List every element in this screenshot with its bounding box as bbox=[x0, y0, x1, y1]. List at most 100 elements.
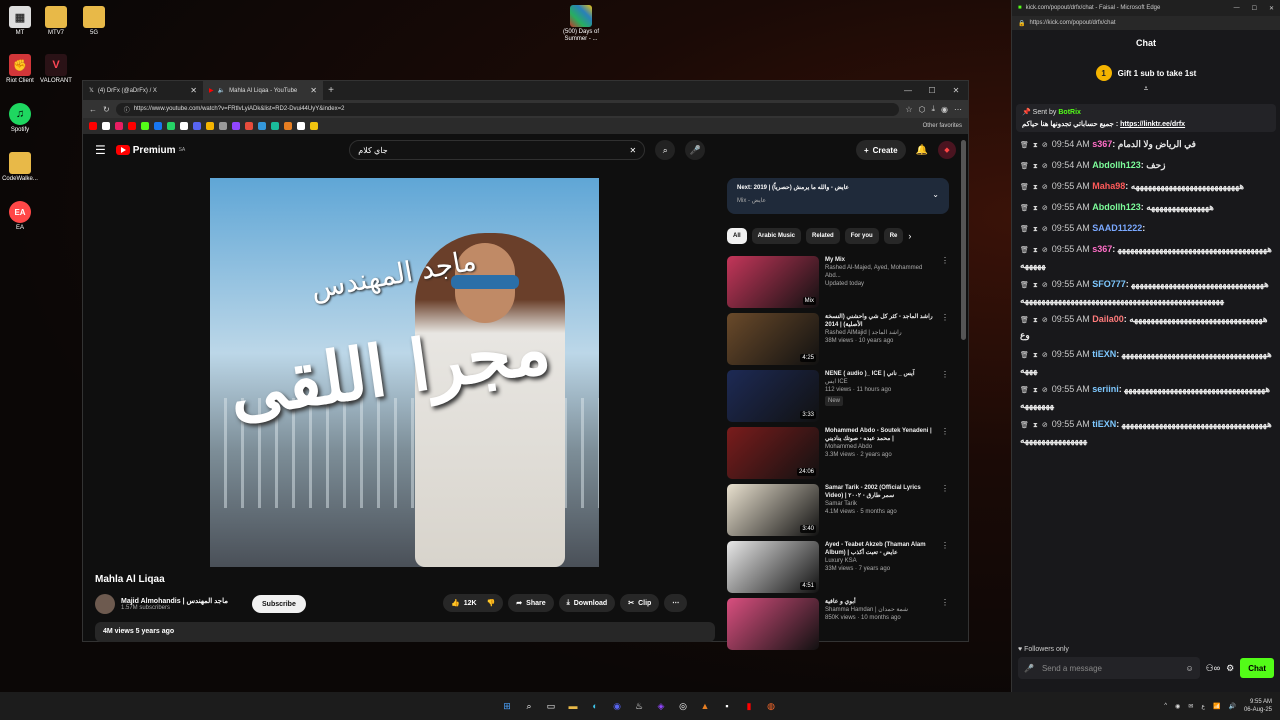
close-tab-icon[interactable]: ✕ bbox=[310, 86, 317, 95]
page-scrollbar[interactable] bbox=[961, 140, 966, 340]
favorite-icon[interactable] bbox=[180, 122, 188, 130]
volume-icon[interactable]: 🔊 bbox=[1228, 703, 1235, 710]
trash-icon[interactable]: 🗑 bbox=[1020, 184, 1029, 191]
recommendation-title[interactable]: راشد الماجد - كثر كل شي واحشني (النسخة ا… bbox=[825, 313, 935, 329]
ban-icon[interactable]: ⊘ bbox=[1042, 163, 1048, 170]
desktop-icon-500-days[interactable]: (500) Days of Summer - ... bbox=[560, 5, 602, 43]
edge-icon[interactable]: ◐ bbox=[588, 699, 602, 713]
emoji-icon[interactable]: ☺ bbox=[1185, 664, 1193, 673]
tab-x[interactable]: 𝕏 (4) DrFx (@aDrFx) / X ✕ bbox=[83, 81, 203, 100]
recommendation-title[interactable]: Samar Tarik - 2002 (Official Lyrics Vide… bbox=[825, 484, 935, 500]
notifications-bell-icon[interactable]: 🔔 bbox=[916, 145, 928, 156]
ban-icon[interactable]: ⊘ bbox=[1042, 352, 1048, 359]
profile-icon[interactable]: ◉ bbox=[941, 105, 948, 114]
video-thumbnail[interactable] bbox=[727, 598, 819, 650]
favorite-icon[interactable] bbox=[258, 122, 266, 130]
recommendation-item[interactable]: Mix My Mix Rashed Al-Majed, Ayed, Mohamm… bbox=[727, 256, 949, 309]
chevron-right-icon[interactable]: › bbox=[908, 231, 911, 241]
tray-app-icon[interactable]: ◉ bbox=[1175, 703, 1180, 710]
chip-recent[interactable]: Re bbox=[883, 228, 904, 244]
recommendation-item[interactable]: 3:40 Samar Tarik - 2002 (Official Lyrics… bbox=[727, 484, 949, 537]
ban-icon[interactable]: ⊘ bbox=[1042, 226, 1048, 233]
chat-username[interactable]: s367 bbox=[1092, 244, 1112, 254]
maximize-icon[interactable]: ☐ bbox=[920, 86, 944, 95]
terminal-icon[interactable]: ▪ bbox=[720, 699, 734, 713]
download-icon[interactable]: ⤓ bbox=[931, 104, 935, 114]
other-favorites-link[interactable]: Other favorites bbox=[923, 123, 962, 129]
close-window-icon[interactable]: ✕ bbox=[1269, 5, 1274, 12]
brave-icon[interactable]: ◍ bbox=[764, 699, 778, 713]
channel-avatar[interactable] bbox=[95, 594, 115, 614]
timeout-icon[interactable]: ⧗ bbox=[1033, 282, 1038, 289]
timeout-icon[interactable]: ⧗ bbox=[1033, 184, 1038, 191]
timeout-icon[interactable]: ⧗ bbox=[1033, 247, 1038, 254]
desktop-icon-codewalker[interactable]: ▬ CodeWalke... bbox=[0, 152, 40, 183]
recommendation-item[interactable]: 24:06 Mohammed Abdo - Soutek Yenadeni | … bbox=[727, 427, 949, 480]
favorite-icon[interactable] bbox=[115, 122, 123, 130]
ban-icon[interactable]: ⊘ bbox=[1042, 205, 1048, 212]
file-explorer-icon[interactable]: ▬ bbox=[566, 699, 580, 713]
search-icon[interactable]: ⌕ bbox=[522, 699, 536, 713]
chevron-down-icon[interactable]: ⌄ bbox=[932, 190, 939, 199]
wifi-icon[interactable]: 📶 bbox=[1213, 703, 1220, 710]
up-next-panel[interactable]: Next: 2019 | (حصرياً) عايض - والله ما ير… bbox=[727, 178, 949, 214]
ban-icon[interactable]: ⊘ bbox=[1042, 282, 1048, 289]
more-options-icon[interactable]: ⋮ bbox=[941, 541, 949, 594]
tray-app-icon[interactable]: ✉ bbox=[1188, 703, 1193, 710]
favorite-icon[interactable] bbox=[219, 122, 227, 130]
tab-youtube[interactable]: ▶ 🔈 Mahla Al Liqaa - YouTube ✕ bbox=[203, 81, 323, 100]
trash-icon[interactable]: 🗑 bbox=[1020, 226, 1029, 233]
create-button[interactable]: + Create bbox=[855, 140, 906, 160]
trash-icon[interactable]: 🗑 bbox=[1020, 422, 1029, 429]
recommendation-item[interactable]: 3:33 NENE ( audio )_ ICE | آيس _ ناني اي… bbox=[727, 370, 949, 423]
chip-related[interactable]: Related bbox=[806, 228, 840, 244]
timeout-icon[interactable]: ⧗ bbox=[1033, 142, 1038, 149]
like-button[interactable]: 👍 12K 👎 bbox=[443, 594, 504, 612]
microphone-icon[interactable]: 🎤 bbox=[685, 140, 706, 160]
maximize-icon[interactable]: ☐ bbox=[1252, 5, 1257, 12]
ban-icon[interactable]: ⊘ bbox=[1042, 317, 1048, 324]
account-avatar[interactable]: ◆ bbox=[938, 141, 956, 159]
recommendation-title[interactable]: أبوي و عافية bbox=[825, 598, 935, 606]
favorite-icon[interactable] bbox=[245, 122, 253, 130]
favorite-icon[interactable] bbox=[167, 122, 175, 130]
chat-username[interactable]: SAAD11222 bbox=[1092, 223, 1142, 233]
desktop-icon-mt[interactable]: ▦ MT bbox=[0, 6, 40, 37]
chat-username[interactable]: tiEXN bbox=[1092, 419, 1116, 429]
timeout-icon[interactable]: ⧗ bbox=[1033, 387, 1038, 394]
recommendation-item[interactable]: أبوي و عافية Shamma Hamdan | شمة حمدان 8… bbox=[727, 598, 949, 651]
more-options-icon[interactable]: ⋮ bbox=[941, 598, 949, 651]
trash-icon[interactable]: 🗑 bbox=[1020, 282, 1029, 289]
favorite-icon[interactable] bbox=[128, 122, 136, 130]
more-options-icon[interactable]: ⋮ bbox=[941, 256, 949, 309]
desktop-icon-valorant[interactable]: V VALORANT bbox=[36, 54, 76, 85]
recommendation-title[interactable]: Ayed - Teabet Akzeb (Thaman Alam Album) … bbox=[825, 541, 935, 557]
favorite-icon[interactable] bbox=[297, 122, 305, 130]
steam-icon[interactable]: ♨ bbox=[632, 699, 646, 713]
download-button[interactable]: ⤓ Download bbox=[558, 594, 616, 612]
subscribe-button[interactable]: Subscribe bbox=[252, 595, 306, 613]
clip-button[interactable]: ✂ Clip bbox=[620, 594, 660, 612]
desktop-icon-riot-client[interactable]: ✊ Riot Client bbox=[0, 54, 40, 85]
search-box[interactable]: جاي كلام ✕ bbox=[349, 140, 646, 160]
video-thumbnail[interactable]: 4:25 bbox=[727, 313, 819, 365]
discord-icon[interactable]: ◉ bbox=[610, 699, 624, 713]
trash-icon[interactable]: 🗑 bbox=[1020, 247, 1029, 254]
favorite-icon[interactable] bbox=[232, 122, 240, 130]
youtube-logo[interactable]: Premium SA bbox=[115, 145, 185, 156]
ban-icon[interactable]: ⊘ bbox=[1042, 142, 1048, 149]
timeout-icon[interactable]: ⧗ bbox=[1033, 422, 1038, 429]
app-icon[interactable]: ▲ bbox=[698, 699, 712, 713]
recommendation-title[interactable]: My Mix bbox=[825, 256, 935, 264]
chat-users-icon[interactable]: ⚇∞ bbox=[1206, 663, 1220, 674]
recommendation-item[interactable]: 4:51 Ayed - Teabet Akzeb (Thaman Alam Al… bbox=[727, 541, 949, 594]
more-options-icon[interactable]: ⋮ bbox=[941, 370, 949, 423]
video-thumbnail[interactable]: 24:06 bbox=[727, 427, 819, 479]
favorite-icon[interactable] bbox=[141, 122, 149, 130]
timeout-icon[interactable]: ⧗ bbox=[1033, 205, 1038, 212]
chat-username[interactable]: SFO777 bbox=[1092, 279, 1126, 289]
ban-icon[interactable]: ⊘ bbox=[1042, 247, 1048, 254]
message-input[interactable]: 🎤 Send a message ☺ bbox=[1018, 657, 1200, 679]
menu-dots-icon[interactable]: ⋯ bbox=[954, 105, 962, 114]
minimize-icon[interactable]: — bbox=[896, 86, 920, 95]
